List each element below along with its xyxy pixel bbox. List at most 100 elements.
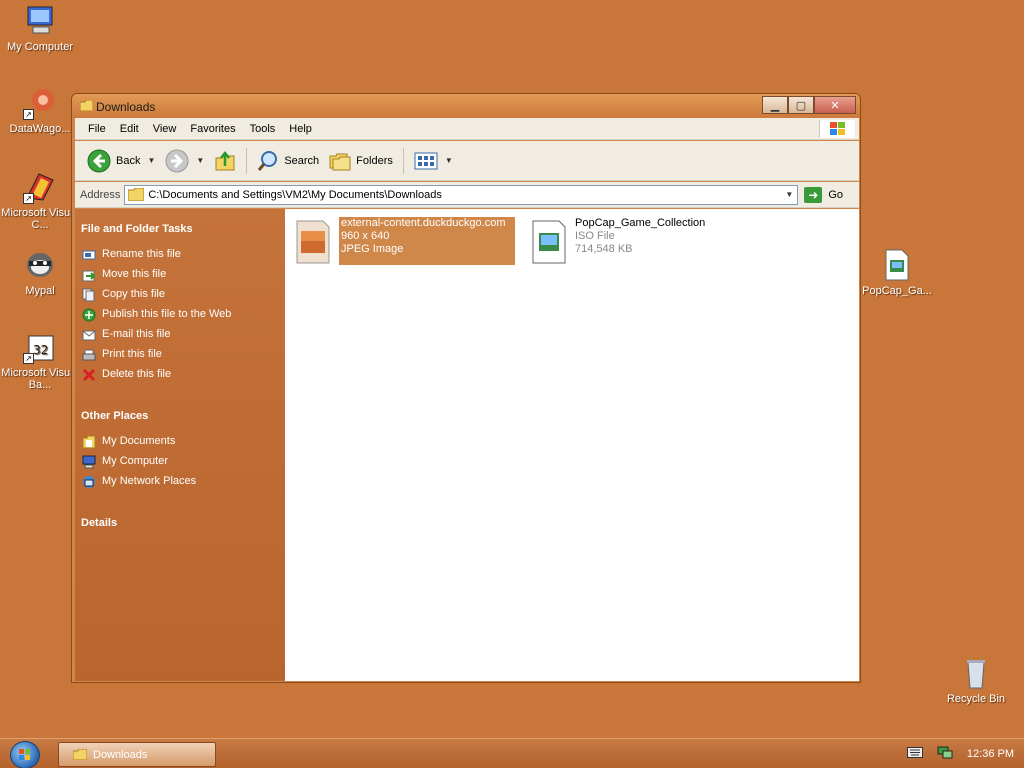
- back-arrow-icon: [87, 149, 111, 172]
- folder-icon: [73, 749, 87, 760]
- keyboard-icon[interactable]: [906, 746, 923, 761]
- go-button[interactable]: ➜ Go: [804, 186, 844, 203]
- menu-favorites[interactable]: Favorites: [183, 123, 242, 135]
- search-button[interactable]: Search: [253, 148, 323, 174]
- group-title[interactable]: Details: [81, 517, 277, 529]
- taskbar-window-button[interactable]: Downloads: [58, 742, 216, 767]
- minimize-icon: ▁: [770, 99, 780, 112]
- visual-basic-icon: 32 ↗: [23, 330, 57, 364]
- desktop-icon-label: Microsoft Visual Ba...: [1, 367, 79, 391]
- copy-icon: [81, 288, 96, 302]
- task-label: Move this file: [102, 268, 167, 280]
- task-label: Print this file: [102, 348, 162, 360]
- address-label: Address: [80, 188, 121, 201]
- task-delete[interactable]: Delete this file: [81, 368, 277, 382]
- desktop-icon-visual-c[interactable]: ↗ Microsoft Visual C...: [0, 170, 80, 231]
- desktop-icon-label: DataWago...: [9, 123, 71, 135]
- task-pane: File and Folder Tasks Rename this file M…: [75, 209, 285, 681]
- folders-button[interactable]: Folders: [325, 149, 397, 173]
- task-publish[interactable]: Publish this file to the Web: [81, 308, 277, 322]
- file-type: ISO File: [575, 230, 615, 242]
- forward-button[interactable]: ▼: [161, 147, 208, 175]
- network-places-icon: [81, 475, 96, 489]
- menu-tools[interactable]: Tools: [243, 123, 283, 135]
- views-button[interactable]: ▼: [410, 150, 457, 172]
- shortcut-arrow-icon: ↗: [23, 109, 34, 120]
- desktop-icon-recycle-bin[interactable]: Recycle Bin: [936, 656, 1016, 705]
- task-print[interactable]: Print this file: [81, 348, 277, 362]
- go-label: Go: [828, 188, 844, 201]
- details-group: Details: [81, 517, 277, 529]
- svg-text:32: 32: [33, 343, 48, 357]
- move-icon: [81, 268, 96, 282]
- network-status-icon[interactable]: [937, 745, 953, 762]
- iso-file-icon: [880, 248, 914, 282]
- toolbar-separator: [402, 147, 404, 174]
- explorer-window[interactable]: Downloads ▁ ▢ ✕ File Edit View Favorites…: [71, 93, 861, 683]
- taskbar-window-label: Downloads: [93, 748, 148, 761]
- file-name: PopCap_Game_Collection: [575, 217, 706, 229]
- maximize-button[interactable]: ▢: [788, 96, 814, 114]
- desktop-icon-my-computer[interactable]: My Computer: [0, 4, 80, 53]
- desktop-icon-label: Recycle Bin: [946, 693, 1006, 705]
- desktop-icon-label: Microsoft Visual C...: [1, 207, 79, 231]
- file-item[interactable]: external-content.duckduckgo.com 960 x 64…: [295, 217, 515, 265]
- file-type: JPEG Image: [341, 243, 404, 255]
- go-arrow-icon: ➜: [804, 186, 823, 203]
- place-my-network[interactable]: My Network Places: [81, 475, 277, 489]
- rename-icon: [81, 248, 96, 262]
- chevron-down-icon[interactable]: ▼: [196, 156, 204, 165]
- menu-file[interactable]: File: [81, 123, 113, 135]
- place-label: My Computer: [102, 455, 169, 467]
- visual-cpp-icon: ↗: [23, 170, 57, 204]
- clock[interactable]: 12:36 PM: [967, 748, 1014, 760]
- place-my-documents[interactable]: My Documents: [81, 435, 277, 449]
- printer-icon: [81, 348, 96, 362]
- file-item[interactable]: PopCap_Game_Collection ISO File 714,548 …: [531, 217, 705, 265]
- desktop-icon-visual-basic[interactable]: 32 ↗ Microsoft Visual Ba...: [0, 330, 80, 391]
- standard-toolbar: Back ▼ ▼ Search Folders ▼: [75, 141, 859, 181]
- forward-arrow-icon: [165, 149, 189, 172]
- windows-logo-icon: [819, 120, 855, 138]
- folder-icon: [128, 188, 145, 201]
- address-bar: Address C:\Documents and Settings\VM2\My…: [75, 182, 859, 208]
- maximize-icon: ▢: [795, 99, 807, 112]
- group-title[interactable]: Other Places: [81, 410, 277, 422]
- window-title: Downloads: [96, 100, 156, 114]
- address-input[interactable]: C:\Documents and Settings\VM2\My Documen…: [124, 184, 799, 205]
- window-titlebar[interactable]: Downloads ▁ ▢ ✕: [72, 94, 860, 118]
- views-icon: [414, 152, 438, 169]
- place-label: My Network Places: [102, 475, 197, 487]
- my-documents-icon: [81, 435, 96, 449]
- menu-edit[interactable]: Edit: [113, 123, 146, 135]
- task-move[interactable]: Move this file: [81, 268, 277, 282]
- task-label: Copy this file: [102, 288, 165, 300]
- up-folder-button[interactable]: [210, 148, 240, 174]
- minimize-button[interactable]: ▁: [762, 96, 788, 114]
- task-label: Delete this file: [102, 368, 172, 380]
- up-folder-icon: [215, 150, 235, 170]
- task-copy[interactable]: Copy this file: [81, 288, 277, 302]
- task-rename[interactable]: Rename this file: [81, 248, 277, 262]
- desktop-icon-datawagon[interactable]: ↗ DataWago...: [0, 86, 80, 135]
- start-button[interactable]: [10, 741, 40, 768]
- desktop-icon-popcap[interactable]: PopCap_Ga...: [857, 248, 937, 297]
- search-icon: [258, 150, 278, 171]
- chevron-down-icon[interactable]: ▼: [781, 186, 797, 204]
- chevron-down-icon[interactable]: ▼: [445, 156, 453, 165]
- desktop-icon-mypal[interactable]: Mypal: [0, 248, 80, 297]
- shortcut-arrow-icon: ↗: [23, 193, 34, 204]
- menu-view[interactable]: View: [146, 123, 184, 135]
- folders-icon: [329, 153, 351, 170]
- windows-logo-icon: [19, 749, 30, 760]
- file-dimensions: 960 x 640: [341, 230, 390, 242]
- place-my-computer[interactable]: My Computer: [81, 455, 277, 469]
- menu-help[interactable]: Help: [282, 123, 319, 135]
- back-label: Back: [116, 154, 141, 167]
- chevron-down-icon[interactable]: ▼: [147, 156, 155, 165]
- address-value: C:\Documents and Settings\VM2\My Documen…: [148, 188, 442, 201]
- group-title[interactable]: File and Folder Tasks: [81, 223, 277, 235]
- back-button[interactable]: Back ▼: [83, 147, 159, 175]
- task-email[interactable]: E-mail this file: [81, 328, 277, 342]
- close-button[interactable]: ✕: [814, 96, 856, 114]
